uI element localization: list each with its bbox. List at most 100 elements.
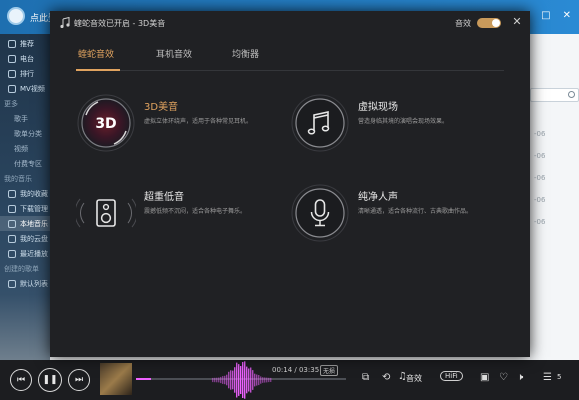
sidebar-item-icon	[8, 249, 16, 258]
sidebar-item-label: 推荐	[20, 39, 34, 48]
hifi-button[interactable]: HiFi	[440, 371, 463, 381]
sidebar-item-icon	[8, 84, 16, 93]
sidebar-item-label: 下载管理	[20, 204, 48, 213]
pause-button[interactable]: ❚❚	[38, 368, 62, 392]
waveform-bar	[266, 377, 268, 383]
sound-effect-dialog: 蝰蛇音效已开启 - 3D美音 音效 ✕ 蝰蛇音效 耳机音效 均衡器 3D 3D美…	[50, 11, 530, 357]
effect-description: 清晰通透，适合各种流行、古典歌曲作品。	[358, 208, 473, 215]
sidebar-item-icon	[8, 39, 16, 48]
waveform-bar	[254, 373, 256, 387]
lyrics-icon[interactable]: ⧉	[362, 372, 369, 383]
sidebar-item[interactable]: 默认列表	[0, 276, 50, 291]
waveform-bar	[230, 370, 232, 390]
album-cover[interactable]	[100, 363, 132, 395]
sidebar-item: 更多	[0, 96, 50, 111]
waveform-bar	[248, 368, 250, 392]
maximize-icon[interactable]: □	[541, 10, 550, 21]
waveform-bar	[256, 374, 258, 386]
waveform-bar	[224, 375, 226, 385]
sidebar: 推荐电台排行 MV视频 更多 歌手歌单分类视频付费专区我的音乐我的收藏下载管理本地音乐…	[0, 34, 50, 360]
sidebar-item-label: 付费专区	[14, 159, 42, 168]
sidebar-item[interactable]: 最近播放	[0, 246, 50, 261]
effect-3d-sound[interactable]: 3D 3D美音 虚拟立体环绕声，适用于各种常见耳机。	[76, 93, 276, 153]
close-icon[interactable]: ✕	[510, 15, 524, 29]
time-display: 00:14 / 03:35	[272, 366, 320, 374]
3d-icon: 3D	[77, 94, 135, 152]
sidebar-item-label: 最近播放	[20, 249, 48, 258]
waveform-bar	[226, 374, 228, 386]
list-date: -06	[534, 152, 546, 160]
mini-mode-icon[interactable]: ▣	[480, 372, 489, 383]
sidebar-item[interactable]: 我的收藏	[0, 186, 50, 201]
effect-description: 虚拟立体环绕声，适用于各种常见耳机。	[144, 118, 253, 125]
waveform-bar	[214, 377, 216, 383]
quality-badge[interactable]: 无损	[320, 365, 339, 376]
sidebar-item-icon	[8, 189, 16, 198]
sidebar-item[interactable]: 我的云盘	[0, 231, 50, 246]
search-icon	[568, 91, 575, 98]
sidebar-item-label: 排行	[20, 69, 34, 78]
sidebar-item[interactable]: 推荐	[0, 36, 50, 51]
active-tab-indicator	[76, 69, 120, 71]
waveform-bar	[228, 371, 230, 389]
waveform-bar	[260, 376, 262, 384]
like-icon[interactable]: ♡	[499, 372, 508, 383]
effect-name: 3D美音	[144, 102, 179, 113]
waveform-bar	[244, 361, 246, 399]
list-date: -06	[534, 174, 546, 182]
effect-pure-vocal[interactable]: 纯净人声 清晰通透，适合各种流行、古典歌曲作品。	[290, 183, 490, 243]
volume-icon[interactable]: 🕨	[517, 372, 523, 383]
sidebar-item[interactable]: 付费专区	[0, 156, 50, 171]
effect-super-bass[interactable]: 超重低音 震撼低频不沉闷，适合各种电子舞乐。	[76, 183, 276, 243]
tab-headphone-effect[interactable]: 耳机音效	[156, 47, 192, 60]
close-icon[interactable]: ✕	[563, 10, 571, 21]
sidebar-item-icon	[8, 69, 16, 78]
player-bar: ⏮ ❚❚ ⏭ 00:14 / 03:35 无损 ⧉ ⟲ ♫ 音效 HiFi ▣ …	[0, 360, 579, 400]
waveform-bar	[246, 366, 248, 394]
effect-name: 纯净人声	[358, 192, 398, 203]
sidebar-item[interactable]: 歌手	[0, 111, 50, 126]
tab-equalizer[interactable]: 均衡器	[232, 47, 259, 60]
sound-toggle[interactable]	[477, 18, 501, 28]
sidebar-item: 创建的歌单	[0, 261, 50, 276]
dialog-title-bar[interactable]: 蝰蛇音效已开启 - 3D美音 音效 ✕	[50, 11, 530, 35]
list-date: -06	[534, 130, 546, 138]
sidebar-item[interactable]: 歌单分类	[0, 126, 50, 141]
loop-icon[interactable]: ⟲	[382, 372, 390, 383]
app-logo-icon[interactable]	[7, 7, 25, 25]
list-date: -06	[534, 196, 546, 204]
progress-fill	[136, 378, 151, 380]
waveform-bar	[242, 362, 244, 398]
waveform-bar	[216, 377, 218, 383]
sidebar-item: 我的音乐	[0, 171, 50, 186]
sidebar-item[interactable]: 电台	[0, 51, 50, 66]
waveform-bar	[222, 376, 224, 384]
music-note-icon	[60, 17, 70, 28]
sidebar-item-label: 歌单分类	[14, 129, 42, 138]
sidebar-item-label: 电台	[20, 54, 34, 63]
sidebar-item-label: 本地音乐	[20, 219, 48, 228]
search-input[interactable]	[530, 88, 579, 102]
effect-virtual-live[interactable]: 虚拟现场 营造身临其境的演唱会现场效果。	[290, 93, 490, 153]
sidebar-item[interactable]: MV视频	[0, 81, 50, 96]
sidebar-item-label: 视频	[14, 144, 28, 153]
next-button[interactable]: ⏭	[68, 369, 90, 391]
music-note-icon	[291, 94, 349, 152]
sidebar-item[interactable]: 视频	[0, 141, 50, 156]
waveform-bar	[238, 364, 240, 396]
playlist-icon[interactable]: ☰	[543, 372, 552, 383]
sidebar-item-label: 默认列表	[20, 279, 48, 288]
previous-button[interactable]: ⏮	[10, 369, 32, 391]
sidebar-item-label: 我的音乐	[4, 174, 32, 183]
sidebar-item-icon	[8, 54, 16, 63]
waveform-bar	[270, 377, 272, 382]
waveform-bar	[236, 362, 238, 398]
sidebar-item-icon	[8, 219, 16, 228]
sidebar-item[interactable]: 本地音乐	[0, 216, 50, 231]
sidebar-item[interactable]: 下载管理	[0, 201, 50, 216]
sidebar-item[interactable]: 排行	[0, 66, 50, 81]
speaker-icon	[76, 198, 136, 228]
waveform-bar	[264, 377, 266, 383]
sound-fx-label[interactable]: 音效	[406, 373, 422, 384]
tab-viper-effect[interactable]: 蝰蛇音效	[78, 47, 114, 60]
